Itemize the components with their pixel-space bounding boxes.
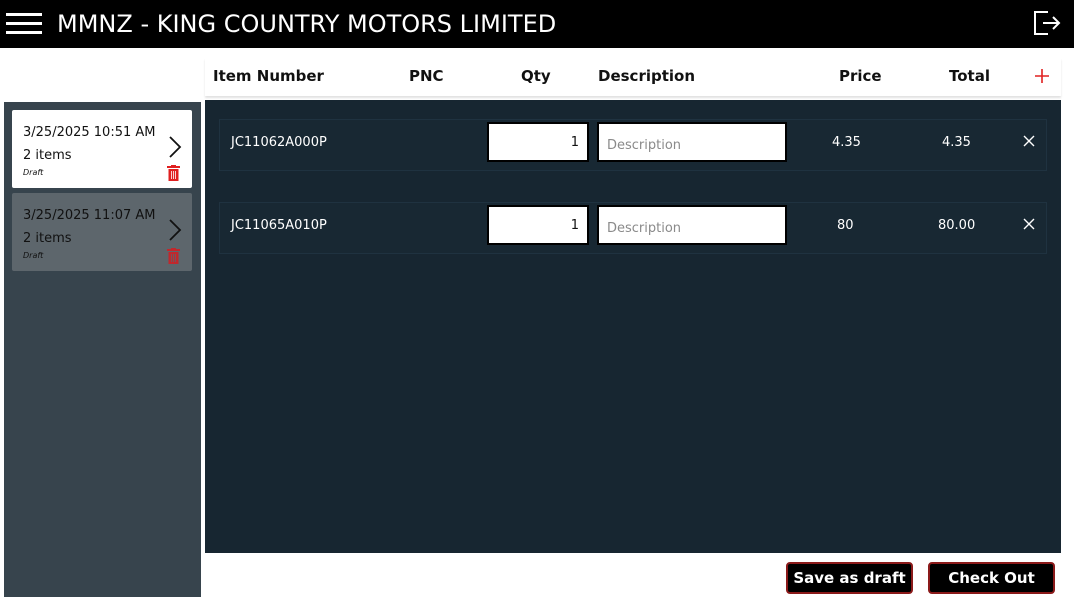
description-input[interactable] [597,122,787,162]
plus-icon[interactable] [1034,68,1050,84]
table-header: Item Number PNC Qty Description Price To… [205,58,1061,96]
order-status: Draft [23,168,44,177]
order-date: 3/25/2025 11:07 AM [23,208,156,223]
item-number-cell: JC11065A010P [231,218,327,233]
save-draft-button[interactable]: Save as draft [786,562,913,594]
hamburger-icon[interactable] [6,12,42,36]
trash-icon[interactable] [167,165,180,181]
chevron-right-icon[interactable] [168,219,182,241]
trash-icon[interactable] [167,248,180,264]
order-item-count: 2 items [23,148,72,163]
total-cell: 4.35 [942,135,971,150]
price-cell: 4.35 [832,135,861,150]
order-card[interactable]: 3/25/2025 10:51 AM 2 items Draft [12,110,192,188]
app-title: MMNZ - KING COUNTRY MOTORS LIMITED [57,10,557,38]
close-icon[interactable] [1022,134,1036,148]
total-cell: 80.00 [938,218,976,233]
column-header-price: Price [839,67,882,85]
column-header-description: Description [598,67,696,85]
line-items-grid: JC11062A000P 4.35 4.35 JC11065A010P 80 8… [205,100,1061,553]
order-list: 3/25/2025 10:51 AM 2 items Draft 3/25/20… [4,102,201,597]
close-icon[interactable] [1022,217,1036,231]
table-row: JC11065A010P 80 80.00 [219,202,1047,254]
order-item-count: 2 items [23,231,72,246]
item-number-cell: JC11062A000P [231,135,327,150]
checkout-button[interactable]: Check Out [928,562,1055,594]
column-header-total: Total [949,67,990,85]
chevron-right-icon[interactable] [168,136,182,158]
exit-icon[interactable] [1032,9,1062,37]
column-header-qty: Qty [521,67,551,85]
column-header-pnc: PNC [409,67,444,85]
order-card[interactable]: 3/25/2025 11:07 AM 2 items Draft [12,193,192,271]
column-header-item-number: Item Number [213,67,324,85]
title-bar: MMNZ - KING COUNTRY MOTORS LIMITED [0,0,1074,48]
price-cell: 80 [837,218,854,233]
order-status: Draft [23,251,44,260]
order-date: 3/25/2025 10:51 AM [23,125,156,140]
table-row: JC11062A000P 4.35 4.35 [219,119,1047,171]
quantity-input[interactable] [487,122,589,162]
quantity-input[interactable] [487,205,589,245]
description-input[interactable] [597,205,787,245]
